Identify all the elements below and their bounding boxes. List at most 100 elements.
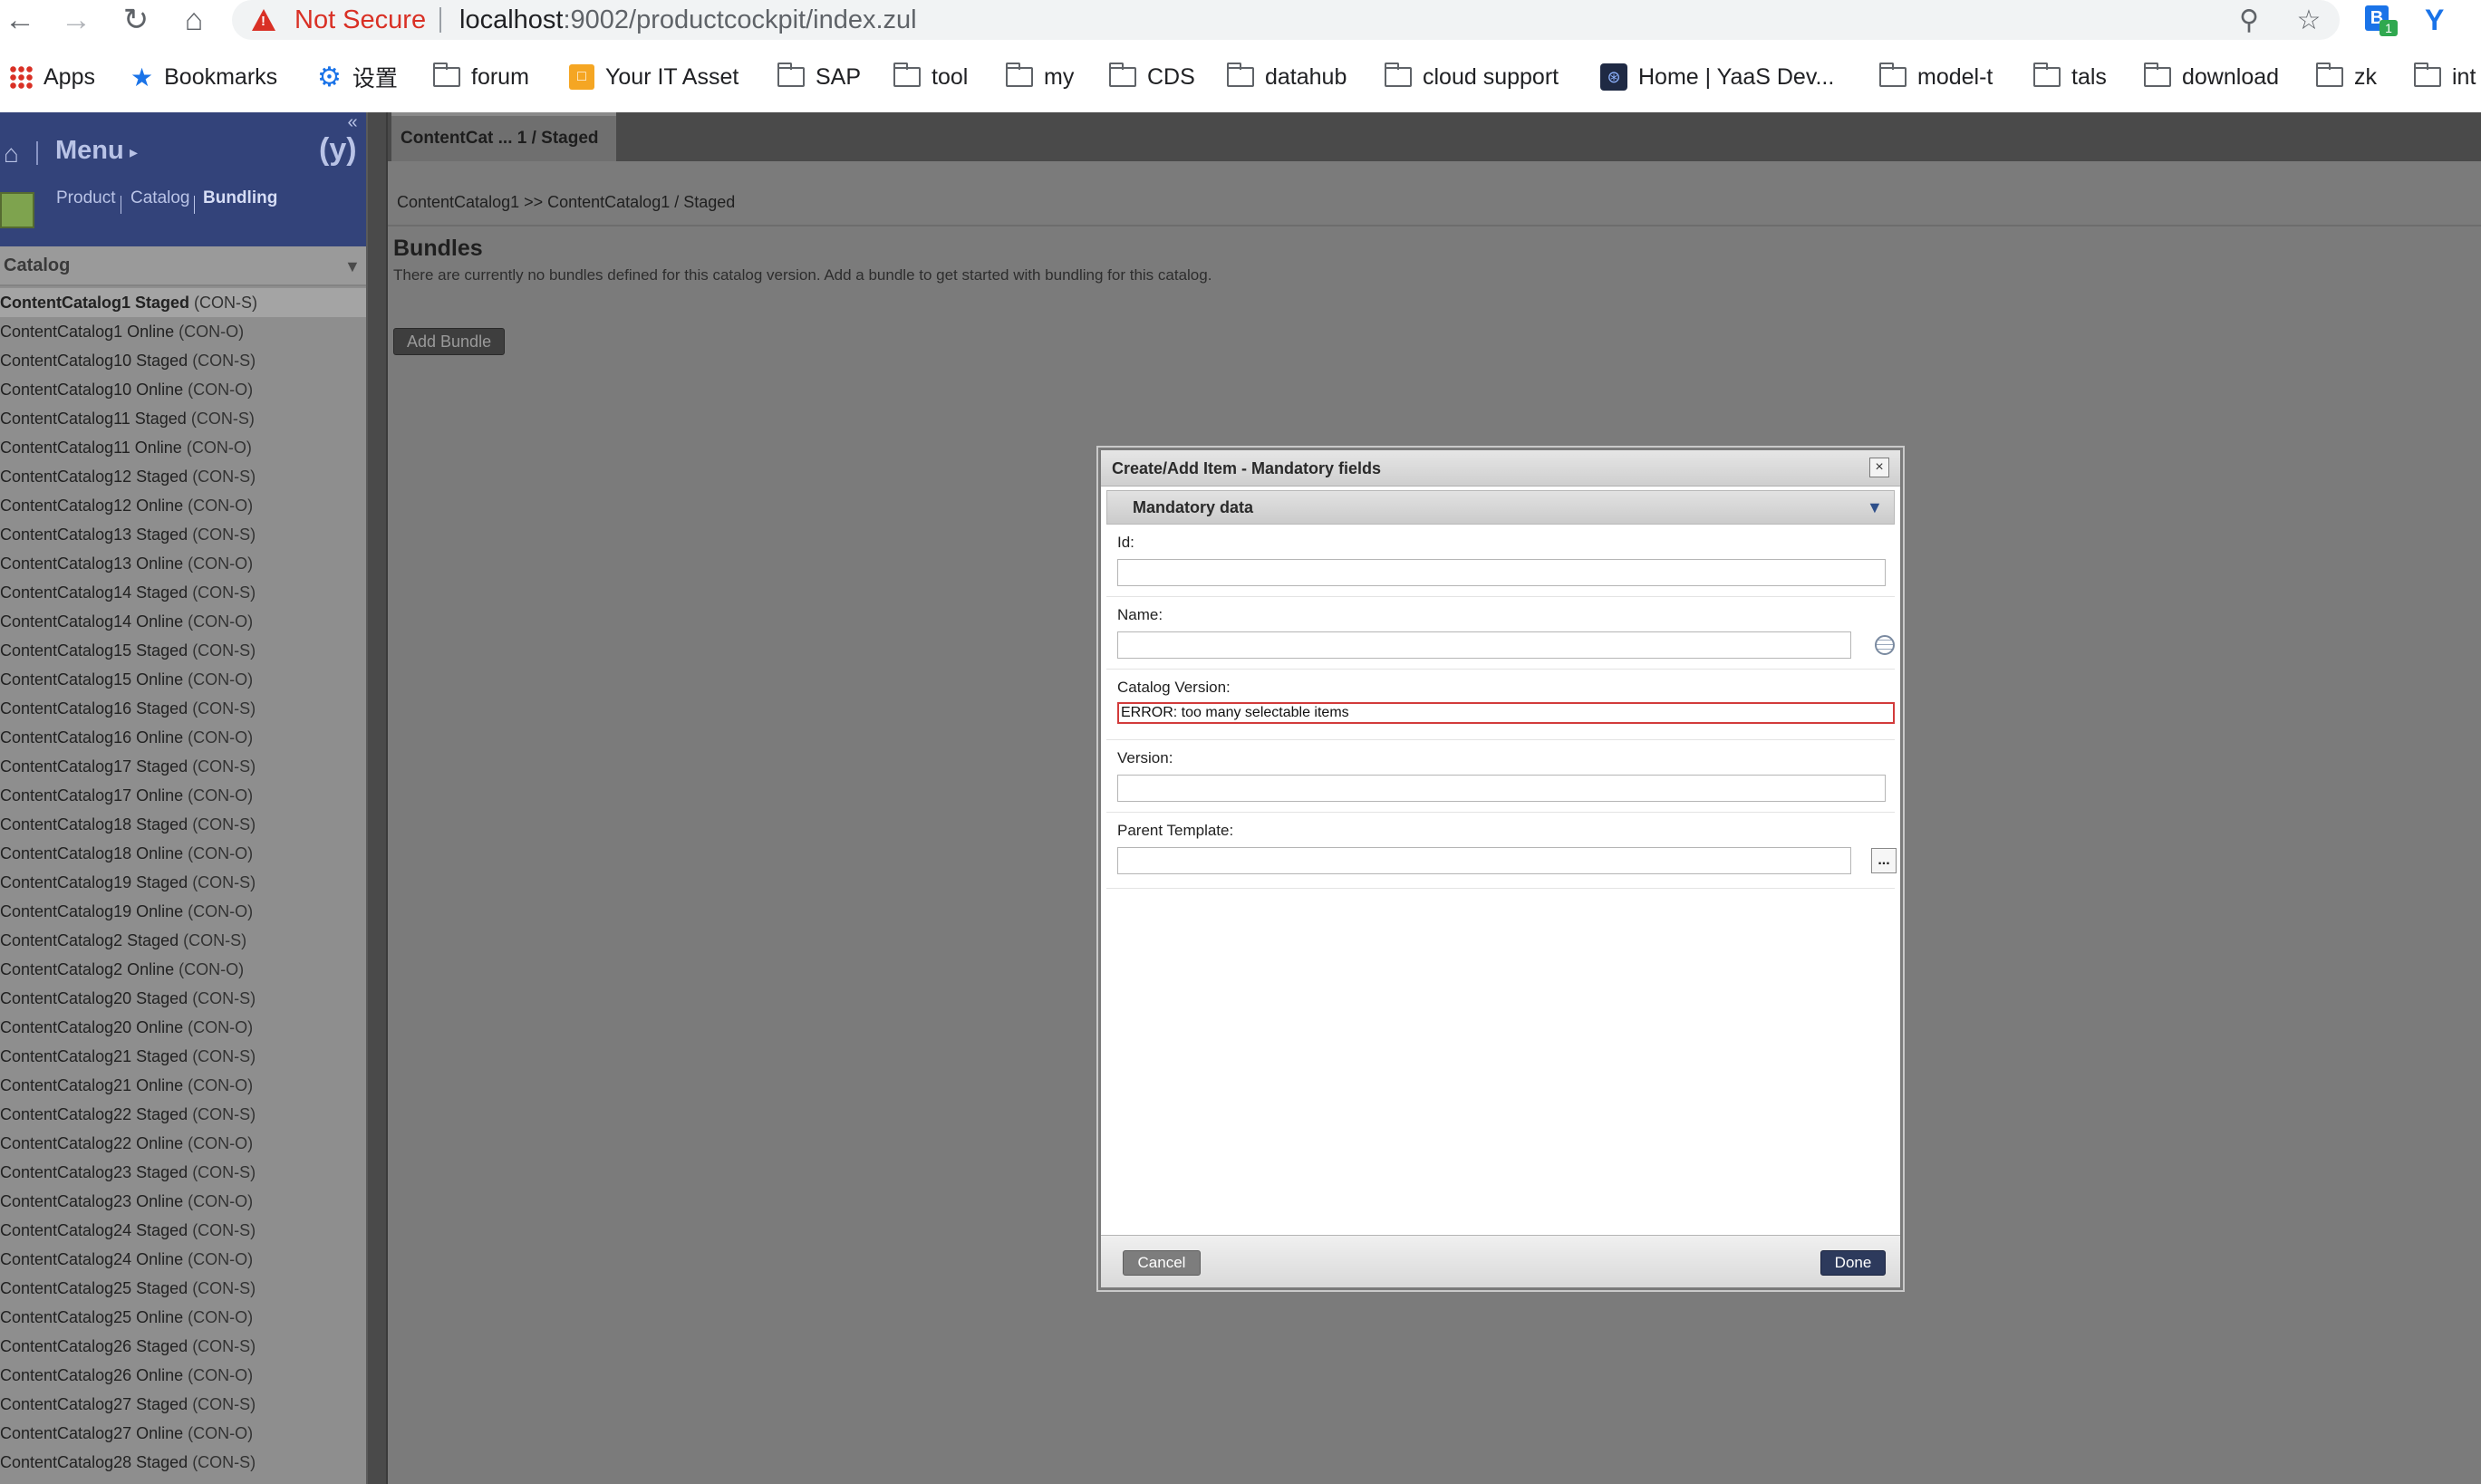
catalog-list-item[interactable]: ContentCatalog1 Online (CON-O)	[0, 317, 366, 346]
catalog-list-item[interactable]: ContentCatalog17 Online (CON-O)	[0, 781, 366, 810]
catalog-list-item[interactable]: ContentCatalog16 Staged (CON-S)	[0, 694, 366, 723]
bookmark-bookmarks[interactable]: ★ Bookmarks	[130, 58, 277, 96]
catalog-list-item[interactable]: ContentCatalog12 Online (CON-O)	[0, 491, 366, 520]
bookmark-zk[interactable]: zk	[2316, 58, 2377, 96]
dialog-titlebar[interactable]: Create/Add Item - Mandatory fields ×	[1101, 450, 1900, 487]
security-label[interactable]: Not Secure	[294, 5, 426, 35]
catalog-list-item[interactable]: ContentCatalog26 Staged (CON-S)	[0, 1332, 366, 1361]
bookmark-tals[interactable]: tals	[2033, 58, 2107, 96]
bookmark-star-icon[interactable]: ☆	[2293, 4, 2325, 36]
reload-icon[interactable]: ↻	[118, 2, 154, 38]
catalog-list-item[interactable]: ContentCatalog26 Online (CON-O)	[0, 1361, 366, 1390]
bookmark-forum[interactable]: forum	[433, 58, 529, 96]
catalog-list-item[interactable]: ContentCatalog17 Staged (CON-S)	[0, 752, 366, 781]
bookmark-int[interactable]: int	[2414, 58, 2476, 96]
bookmark-it-asset[interactable]: □ Your IT Asset	[569, 58, 739, 96]
catalog-list-item[interactable]: ContentCatalog10 Staged (CON-S)	[0, 346, 366, 375]
done-button[interactable]: Done	[1820, 1250, 1886, 1276]
cancel-button[interactable]: Cancel	[1123, 1250, 1201, 1276]
catalog-list-item[interactable]: ContentCatalog27 Online (CON-O)	[0, 1419, 366, 1448]
forward-icon[interactable]: →	[58, 2, 94, 38]
catalog-list-item[interactable]: ContentCatalog27 Staged (CON-S)	[0, 1390, 366, 1419]
catalog-list-item[interactable]: ContentCatalog10 Online (CON-O)	[0, 375, 366, 404]
bookmark-label: 设置	[352, 66, 398, 92]
perspective-catalog[interactable]: Catalog	[130, 188, 190, 208]
catalog-list-item[interactable]: ContentCatalog28 Staged (CON-S)	[0, 1448, 366, 1477]
catalog-list-item[interactable]: ContentCatalog15 Staged (CON-S)	[0, 636, 366, 665]
perspective-bundling[interactable]: Bundling	[203, 188, 277, 208]
catalog-list-item[interactable]: ContentCatalog11 Staged (CON-S)	[0, 404, 366, 433]
catalog-list-item[interactable]: ContentCatalog25 Online (CON-O)	[0, 1303, 366, 1332]
collapse-icon[interactable]: «	[339, 112, 366, 132]
catalog-list-item[interactable]: ContentCatalog12 Staged (CON-S)	[0, 462, 366, 491]
extension-y-icon[interactable]: Y	[2425, 4, 2444, 37]
url-text[interactable]: localhost:9002/productcockpit/index.zul	[459, 5, 917, 35]
back-icon[interactable]: ←	[2, 2, 38, 38]
bookmark-my[interactable]: my	[1006, 58, 1074, 96]
extension-badge-icon[interactable]: B 1	[2365, 4, 2398, 36]
bookmark-settings[interactable]: ⚙ 设置	[317, 58, 398, 96]
bookmark-download[interactable]: download	[2144, 58, 2279, 96]
catalog-list-item[interactable]: ContentCatalog13 Staged (CON-S)	[0, 520, 366, 549]
catalog-section-header[interactable]: Catalog ▼	[0, 246, 366, 286]
catalog-list-item[interactable]: ContentCatalog22 Staged (CON-S)	[0, 1100, 366, 1129]
catalog-list: ContentCatalog1 Staged (CON-S) ContentCat…	[0, 288, 366, 1477]
sidebar-splitter[interactable]	[366, 112, 388, 1484]
tab-content-catalog[interactable]: ContentCat ... 1 / Staged	[391, 112, 616, 161]
chevron-down-icon[interactable]: ▼	[344, 257, 361, 276]
catalog-list-item[interactable]: ContentCatalog1 Staged (CON-S)	[0, 288, 366, 317]
menu-arrow-icon[interactable]: ▸	[130, 143, 138, 162]
bookmark-model-t[interactable]: model-t	[1879, 58, 1993, 96]
catalog-list-item[interactable]: ContentCatalog15 Online (CON-O)	[0, 665, 366, 694]
catalog-list-item[interactable]: ContentCatalog2 Staged (CON-S)	[0, 926, 366, 955]
catalog-list-item[interactable]: ContentCatalog2 Online (CON-O)	[0, 955, 366, 984]
catalog-list-item[interactable]: ContentCatalog19 Online (CON-O)	[0, 897, 366, 926]
catalog-list-item[interactable]: ContentCatalog20 Online (CON-O)	[0, 1013, 366, 1042]
bookmark-sap[interactable]: SAP	[777, 58, 861, 96]
catalog-list-item[interactable]: ContentCatalog11 Online (CON-O)	[0, 433, 366, 462]
id-input[interactable]	[1117, 559, 1886, 586]
perspective-product[interactable]: Product	[56, 188, 115, 208]
catalog-list-item[interactable]: ContentCatalog24 Online (CON-O)	[0, 1245, 366, 1274]
bookmark-cds[interactable]: CDS	[1109, 58, 1195, 96]
catalog-list-item[interactable]: ContentCatalog22 Online (CON-O)	[0, 1129, 366, 1158]
bookmark-datahub[interactable]: datahub	[1227, 58, 1347, 96]
catalog-list-item[interactable]: ContentCatalog23 Online (CON-O)	[0, 1187, 366, 1216]
home-icon[interactable]: ⌂	[4, 140, 19, 169]
parent-template-input[interactable]	[1117, 847, 1851, 874]
bookmark-yaas[interactable]: ⊛ Home | YaaS Dev...	[1600, 58, 1834, 96]
catalog-list-item[interactable]: ContentCatalog23 Staged (CON-S)	[0, 1158, 366, 1187]
bookmark-apps[interactable]: Apps	[9, 58, 95, 96]
catalog-list-item[interactable]: ContentCatalog18 Online (CON-O)	[0, 839, 366, 868]
home-icon[interactable]: ⌂	[176, 2, 212, 38]
globe-icon[interactable]	[1875, 635, 1895, 655]
warning-icon[interactable]	[252, 9, 275, 31]
zoom-icon[interactable]: ⚲	[2233, 4, 2265, 36]
catalog-list-item[interactable]: ContentCatalog21 Staged (CON-S)	[0, 1042, 366, 1071]
catalog-list-item[interactable]: ContentCatalog19 Staged (CON-S)	[0, 868, 366, 897]
version-input[interactable]	[1117, 775, 1886, 802]
name-input[interactable]	[1117, 631, 1851, 659]
breadcrumb[interactable]: ContentCatalog1 >> ContentCatalog1 / Sta…	[397, 193, 735, 212]
catalog-list-item[interactable]: ContentCatalog18 Staged (CON-S)	[0, 810, 366, 839]
catalog-list-item[interactable]: ContentCatalog25 Staged (CON-S)	[0, 1274, 366, 1303]
bookmark-tool[interactable]: tool	[893, 58, 968, 96]
catalog-item-name: ContentCatalog25 Staged	[0, 1279, 188, 1297]
catalog-item-name: ContentCatalog13 Staged	[0, 525, 188, 544]
menu-button[interactable]: Menu	[55, 136, 124, 166]
catalog-list-item[interactable]: ContentCatalog16 Online (CON-O)	[0, 723, 366, 752]
catalog-list-item[interactable]: ContentCatalog20 Staged (CON-S)	[0, 984, 366, 1013]
catalog-list-item[interactable]: ContentCatalog14 Online (CON-O)	[0, 607, 366, 636]
close-icon[interactable]: ×	[1869, 458, 1889, 477]
mandatory-section-header[interactable]: Mandatory data ▼	[1106, 490, 1895, 525]
chevron-down-icon[interactable]: ▼	[1867, 498, 1883, 517]
browse-button[interactable]: ...	[1871, 848, 1897, 873]
catalog-list-item[interactable]: ContentCatalog21 Online (CON-O)	[0, 1071, 366, 1100]
add-bundle-button[interactable]: Add Bundle	[393, 328, 506, 355]
bookmark-cloud-support[interactable]: cloud support	[1385, 58, 1559, 96]
breadcrumb-bar: ContentCatalog1 >> ContentCatalog1 / Sta…	[388, 161, 2481, 226]
catalog-list-item[interactable]: ContentCatalog24 Staged (CON-S)	[0, 1216, 366, 1245]
catalog-list-item[interactable]: ContentCatalog14 Staged (CON-S)	[0, 578, 366, 607]
catalog-list-item[interactable]: ContentCatalog13 Online (CON-O)	[0, 549, 366, 578]
catalog-version-error[interactable]: ERROR: too many selectable items	[1117, 702, 1895, 724]
